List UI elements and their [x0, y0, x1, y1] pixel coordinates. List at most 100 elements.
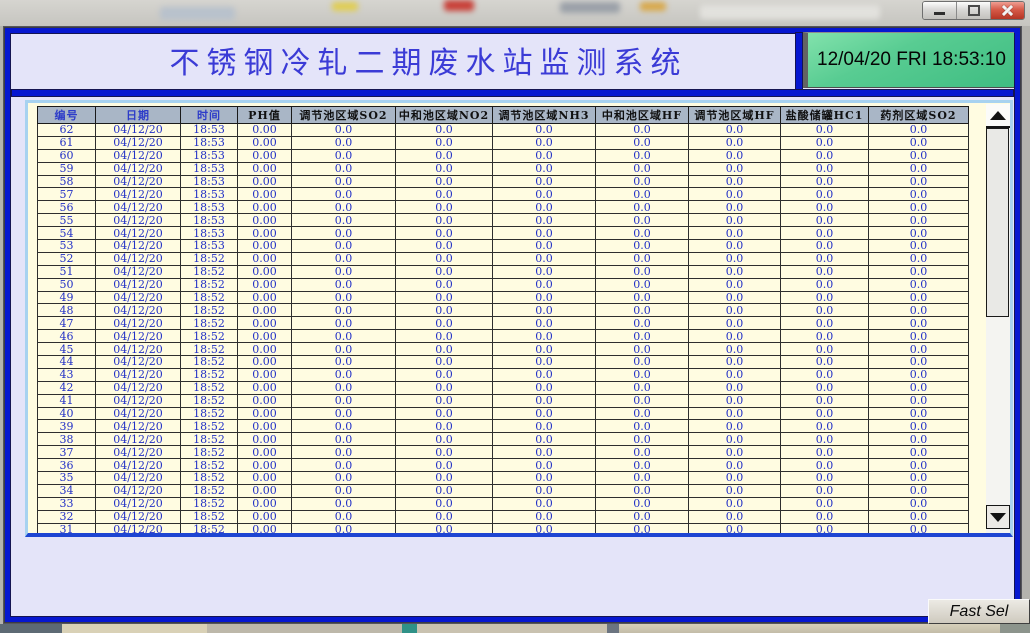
cell: 04/12/20 [96, 317, 181, 330]
cell: 04/12/20 [96, 510, 181, 523]
cell: 0.0 [781, 124, 869, 137]
cell: 0.0 [781, 356, 869, 369]
cell: 0.0 [493, 265, 596, 278]
cell: 48 [38, 304, 96, 317]
column-header: 时间 [181, 107, 238, 124]
cell: 57 [38, 188, 96, 201]
fast-sel-button[interactable]: Fast Sel [928, 599, 1030, 624]
taskbar-strip [0, 624, 1030, 633]
cell: 0.0 [689, 291, 781, 304]
cell: 0.0 [869, 240, 969, 253]
scroll-up-button[interactable] [986, 104, 1010, 128]
scrollbar-thumb[interactable] [986, 128, 1009, 317]
cell: 0.0 [869, 330, 969, 343]
cell: 04/12/20 [96, 214, 181, 227]
cell: 60 [38, 149, 96, 162]
cell: 0.00 [238, 252, 292, 265]
cell: 0.0 [493, 201, 596, 214]
cell: 0.0 [292, 136, 396, 149]
cell: 0.0 [396, 201, 493, 214]
cell: 0.0 [493, 523, 596, 536]
minimize-button[interactable] [923, 2, 957, 19]
cell: 0.0 [869, 175, 969, 188]
cell: 18:52 [181, 330, 238, 343]
cell: 0.0 [292, 368, 396, 381]
cell: 0.0 [596, 291, 689, 304]
cell: 0.0 [292, 446, 396, 459]
cell: 04/12/20 [96, 227, 181, 240]
cell: 0.0 [292, 149, 396, 162]
cell: 40 [38, 407, 96, 420]
cell: 0.0 [493, 214, 596, 227]
cell: 0.0 [781, 136, 869, 149]
cell: 0.0 [869, 381, 969, 394]
cell: 0.0 [869, 446, 969, 459]
cell: 18:53 [181, 162, 238, 175]
cell: 0.0 [493, 394, 596, 407]
cell: 0.0 [869, 136, 969, 149]
background-blob [332, 2, 358, 11]
cell: 0.0 [689, 214, 781, 227]
taskbar-segment [0, 624, 62, 633]
cell: 18:53 [181, 240, 238, 253]
data-table-panel: 编号日期时间PH值调节池区域SO2中和池区域NO2调节池区域NH3中和池区域HF… [25, 100, 1013, 537]
cell: 0.0 [781, 330, 869, 343]
cell: 0.00 [238, 188, 292, 201]
table-row: 4604/12/2018:520.000.00.00.00.00.00.00.0 [38, 330, 969, 343]
cell: 18:52 [181, 484, 238, 497]
cell: 04/12/20 [96, 201, 181, 214]
cell: 37 [38, 446, 96, 459]
cell: 04/12/20 [96, 175, 181, 188]
cell: 0.0 [396, 188, 493, 201]
cell: 18:52 [181, 343, 238, 356]
cell: 0.0 [689, 472, 781, 485]
scroll-down-button[interactable] [986, 505, 1010, 529]
cell: 0.0 [493, 368, 596, 381]
cell: 0.0 [781, 343, 869, 356]
cell: 0.0 [781, 368, 869, 381]
cell: 0.0 [596, 201, 689, 214]
cell: 0.00 [238, 394, 292, 407]
cell: 0.0 [689, 510, 781, 523]
cell: 0.0 [781, 149, 869, 162]
cell: 39 [38, 420, 96, 433]
cell: 04/12/20 [96, 420, 181, 433]
cell: 0.0 [689, 317, 781, 330]
cell: 18:52 [181, 356, 238, 369]
maximize-icon [968, 5, 980, 16]
cell: 0.0 [689, 188, 781, 201]
cell: 0.0 [493, 278, 596, 291]
cell: 0.0 [781, 510, 869, 523]
cell: 0.0 [869, 278, 969, 291]
table-row: 3604/12/2018:520.000.00.00.00.00.00.00.0 [38, 459, 969, 472]
table-row: 5204/12/2018:520.000.00.00.00.00.00.00.0 [38, 252, 969, 265]
cell: 0.0 [292, 252, 396, 265]
table-body: 6204/12/2018:530.000.00.00.00.00.00.00.0… [38, 124, 969, 537]
cell: 0.0 [781, 265, 869, 278]
vertical-scrollbar[interactable] [986, 104, 1010, 533]
cell: 0.00 [238, 433, 292, 446]
scroll-down-icon [990, 513, 1006, 522]
cell: 0.0 [689, 227, 781, 240]
cell: 0.0 [493, 227, 596, 240]
cell: 0.00 [238, 214, 292, 227]
cell: 18:52 [181, 407, 238, 420]
cell: 18:52 [181, 304, 238, 317]
cell: 0.0 [869, 214, 969, 227]
cell: 18:53 [181, 136, 238, 149]
maximize-button[interactable] [957, 2, 991, 19]
cell: 0.0 [596, 136, 689, 149]
cell: 0.0 [869, 149, 969, 162]
cell: 0.00 [238, 407, 292, 420]
cell: 04/12/20 [96, 446, 181, 459]
cell: 0.0 [292, 201, 396, 214]
table-row: 3204/12/2018:520.000.00.00.00.00.00.00.0 [38, 510, 969, 523]
cell: 0.0 [689, 394, 781, 407]
cell: 0.0 [596, 523, 689, 536]
close-button[interactable] [991, 2, 1024, 19]
cell: 04/12/20 [96, 484, 181, 497]
cell: 0.0 [869, 304, 969, 317]
cell: 04/12/20 [96, 407, 181, 420]
cell: 0.0 [781, 472, 869, 485]
cell: 0.0 [493, 433, 596, 446]
